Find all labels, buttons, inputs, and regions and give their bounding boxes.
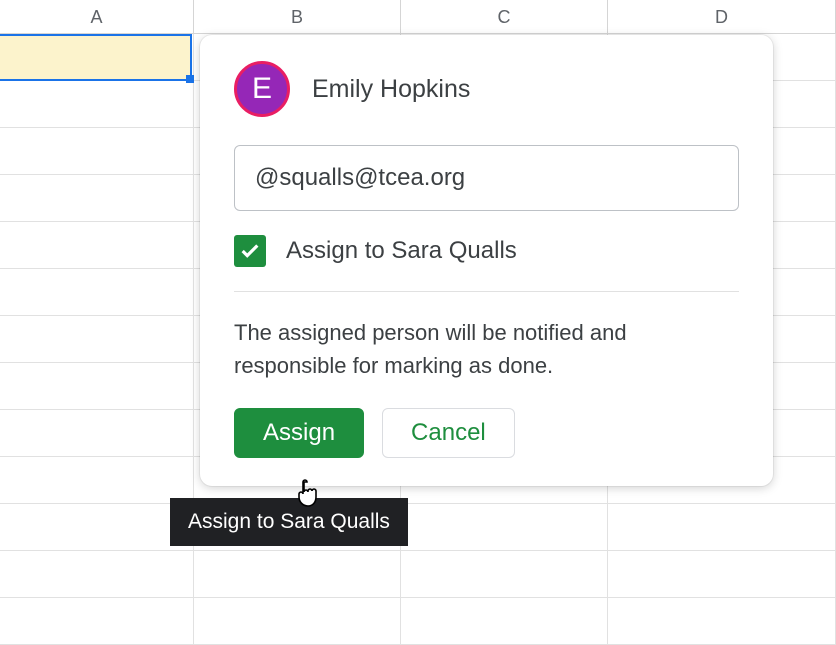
fill-handle[interactable] — [186, 75, 194, 83]
author-name: Emily Hopkins — [312, 75, 470, 104]
cell[interactable] — [401, 551, 608, 597]
cell[interactable] — [0, 175, 194, 221]
cell[interactable] — [194, 551, 401, 597]
cell[interactable] — [0, 128, 194, 174]
check-icon — [239, 240, 261, 262]
column-header-c[interactable]: C — [401, 0, 608, 33]
cell[interactable] — [0, 316, 194, 362]
assign-label: Assign to Sara Qualls — [286, 237, 517, 265]
column-header-d[interactable]: D — [608, 0, 836, 33]
column-header-a[interactable]: A — [0, 0, 194, 33]
cell[interactable] — [608, 504, 836, 550]
comment-input[interactable] — [234, 145, 739, 211]
helper-text: The assigned person will be notified and… — [234, 316, 739, 382]
cell[interactable] — [0, 598, 194, 644]
avatar: E — [234, 61, 290, 117]
column-header-row: A B C D — [0, 0, 836, 34]
cell[interactable] — [0, 504, 194, 550]
cell[interactable] — [0, 81, 194, 127]
grid-row — [0, 551, 836, 598]
selected-cell[interactable] — [0, 34, 192, 81]
cell[interactable] — [401, 504, 608, 550]
divider — [234, 291, 739, 292]
cell[interactable] — [0, 457, 194, 503]
column-header-b[interactable]: B — [194, 0, 401, 33]
cell[interactable] — [0, 410, 194, 456]
cell[interactable] — [608, 598, 836, 644]
assign-checkbox[interactable] — [234, 235, 266, 267]
cell[interactable] — [0, 269, 194, 315]
assign-button[interactable]: Assign — [234, 408, 364, 458]
cell[interactable] — [194, 598, 401, 644]
cell[interactable] — [0, 363, 194, 409]
assign-row: Assign to Sara Qualls — [234, 235, 739, 267]
avatar-initial: E — [252, 72, 272, 106]
cell[interactable] — [401, 598, 608, 644]
cancel-button[interactable]: Cancel — [382, 408, 515, 458]
comment-dialog: E Emily Hopkins Assign to Sara Qualls Th… — [200, 35, 773, 486]
button-row: Assign Cancel — [234, 408, 739, 458]
tooltip: Assign to Sara Qualls — [170, 498, 408, 546]
grid-row — [0, 504, 836, 551]
cell[interactable] — [0, 551, 194, 597]
grid-row — [0, 598, 836, 645]
comment-header: E Emily Hopkins — [234, 61, 739, 117]
cell[interactable] — [608, 551, 836, 597]
cell[interactable] — [0, 222, 194, 268]
